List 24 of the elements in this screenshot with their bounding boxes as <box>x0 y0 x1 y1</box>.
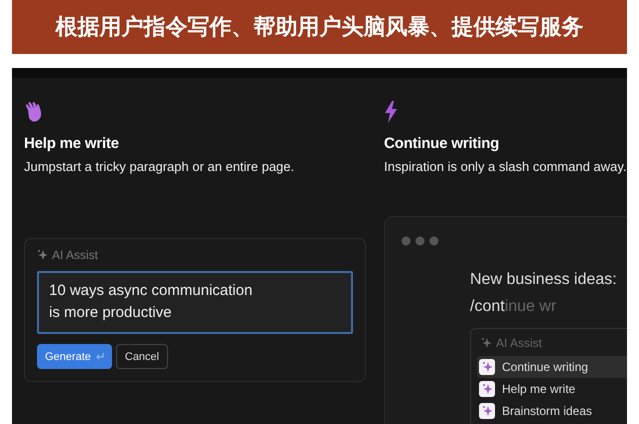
waving-hand-icon <box>24 101 44 123</box>
window-dots-icon <box>401 236 439 246</box>
cancel-button[interactable]: Cancel <box>116 344 168 369</box>
menu-item[interactable]: Brainstorm ideas <box>477 400 627 422</box>
lightning-bolt-icon <box>384 101 398 123</box>
menu-item[interactable]: Help me write <box>477 378 627 400</box>
assist-label: AI Assist <box>52 248 98 262</box>
feature-title: Help me write <box>24 135 120 152</box>
sparkle-icon <box>482 405 492 417</box>
prompt-field[interactable]: 10 ways async communication is more productive <box>37 271 353 334</box>
slash-command: /continue wr <box>470 297 558 317</box>
editor-heading: New business ideas: <box>470 270 618 290</box>
return-icon <box>94 352 104 360</box>
menu-label: AI Assist <box>496 336 542 350</box>
sparkle-icon <box>481 337 492 349</box>
sparkle-icon <box>482 361 492 373</box>
sparkle-icon <box>482 383 492 395</box>
feature-title: Continue writing <box>384 135 500 152</box>
feature-description: Jumpstart a tricky paragraph or an entire page. <box>24 159 296 174</box>
generate-button[interactable]: Generate <box>37 344 112 369</box>
menu-item[interactable]: Continue writing <box>477 356 627 378</box>
banner-title: 根据用户指令写作、帮助用户头脑风暴、提供续写服务 <box>56 14 584 42</box>
feature-description: Inspiration is only a slash command away. <box>384 159 627 174</box>
sparkle-icon <box>37 249 48 261</box>
